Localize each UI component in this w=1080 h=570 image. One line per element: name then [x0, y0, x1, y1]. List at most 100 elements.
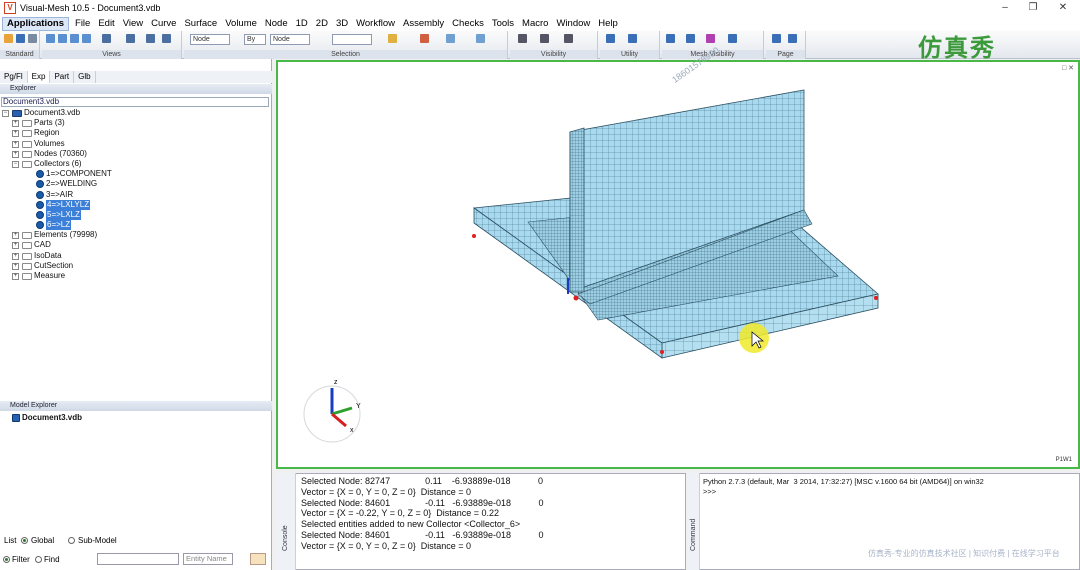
- expand-toggle-icon[interactable]: +: [12, 140, 19, 148]
- graphics-viewport[interactable]: z Y x P1W1 □ ✕: [276, 60, 1080, 469]
- tree-item[interactable]: 6=>LZ: [0, 220, 272, 231]
- submodel-label: Sub-Model: [78, 536, 117, 545]
- console-tab[interactable]: Console: [276, 473, 296, 570]
- view-top-icon[interactable]: [70, 34, 79, 43]
- hide-icon[interactable]: [540, 34, 549, 43]
- tree-item[interactable]: 4=>LXLYLZ: [0, 199, 272, 210]
- expand-toggle-icon[interactable]: +: [12, 273, 19, 280]
- tree-item[interactable]: + CAD: [0, 240, 272, 250]
- menu-checks[interactable]: Checks: [448, 16, 488, 31]
- tree-item[interactable]: + Elements (79998): [0, 230, 272, 240]
- anchor-icon[interactable]: [162, 34, 171, 43]
- page-prev-icon[interactable]: [772, 34, 781, 43]
- filter-radio[interactable]: [3, 556, 10, 563]
- menu-window[interactable]: Window: [552, 16, 594, 31]
- select-by-dropdown[interactable]: By: [244, 34, 266, 45]
- view-side-icon[interactable]: [82, 34, 91, 43]
- menu-edit[interactable]: Edit: [94, 16, 118, 31]
- pan-icon[interactable]: [126, 34, 135, 43]
- page-next-icon[interactable]: [788, 34, 797, 43]
- menu-workflow[interactable]: Workflow: [352, 16, 399, 31]
- mesh-shaded-icon[interactable]: [666, 34, 675, 43]
- tab-glb[interactable]: Glb: [74, 71, 96, 83]
- minimize-button[interactable]: –: [990, 0, 1020, 16]
- menu-surface[interactable]: Surface: [180, 16, 221, 31]
- selection-option-icon[interactable]: [476, 34, 485, 43]
- expand-toggle-icon[interactable]: −: [12, 160, 19, 168]
- entity-name-input[interactable]: Entity Name: [183, 553, 233, 565]
- menu-curve[interactable]: Curve: [147, 16, 180, 31]
- close-button[interactable]: ✕: [1048, 0, 1078, 16]
- maximize-button[interactable]: ❐: [1018, 0, 1048, 16]
- command-tab[interactable]: Command: [688, 473, 700, 570]
- view-iso-icon[interactable]: [58, 34, 67, 43]
- filter-icon[interactable]: [446, 34, 455, 43]
- expand-toggle-icon[interactable]: +: [12, 252, 19, 260]
- tree-item[interactable]: + Region: [0, 128, 272, 138]
- expand-toggle-icon[interactable]: +: [12, 262, 19, 270]
- node-marker: [874, 296, 878, 300]
- tab-pg-fl[interactable]: Pg/Fl: [0, 71, 28, 83]
- global-radio[interactable]: [21, 537, 28, 544]
- menu-node[interactable]: Node: [261, 16, 292, 31]
- tree-item[interactable]: + Measure: [0, 271, 272, 281]
- search-icon[interactable]: [250, 553, 266, 565]
- tree-item[interactable]: 2=>WELDING: [0, 179, 272, 189]
- reverse-visibility-icon[interactable]: [564, 34, 573, 43]
- find-radio[interactable]: [35, 556, 42, 563]
- menu-volume[interactable]: Volume: [221, 16, 261, 31]
- menu-3d[interactable]: 3D: [332, 16, 352, 31]
- tree-item[interactable]: 5=>LXLZ: [0, 209, 272, 221]
- measure-icon[interactable]: [628, 34, 637, 43]
- expand-toggle-icon[interactable]: +: [12, 150, 19, 158]
- open-icon[interactable]: [4, 34, 13, 43]
- select-target-dropdown[interactable]: Node: [270, 34, 310, 45]
- submodel-radio[interactable]: [68, 537, 75, 544]
- mesh-wire-icon[interactable]: [686, 34, 695, 43]
- expand-toggle-icon[interactable]: −: [2, 110, 9, 117]
- menu-2d[interactable]: 2D: [312, 16, 332, 31]
- tree-item-label: 6=>LZ: [46, 220, 72, 231]
- tree-item[interactable]: + Parts (3): [0, 118, 272, 128]
- mesh-free-edge-icon[interactable]: [728, 34, 737, 43]
- menu-help[interactable]: Help: [594, 16, 622, 31]
- utility-icon[interactable]: [606, 34, 615, 43]
- menu-assembly[interactable]: Assembly: [399, 16, 448, 31]
- menu-1d[interactable]: 1D: [292, 16, 312, 31]
- tab-part[interactable]: Part: [50, 71, 75, 83]
- expand-toggle-icon[interactable]: +: [12, 232, 19, 240]
- document-dropdown[interactable]: Document3.vdb: [1, 97, 269, 107]
- menu-view[interactable]: View: [119, 16, 147, 31]
- zoom-icon[interactable]: [146, 34, 155, 43]
- expand-toggle-icon[interactable]: +: [12, 130, 19, 138]
- tree-item[interactable]: − Collectors (6): [0, 159, 272, 169]
- viewport-close-icon[interactable]: □ ✕: [1062, 64, 1074, 72]
- tree-item[interactable]: + CutSection: [0, 261, 272, 271]
- selection-input[interactable]: [332, 34, 372, 45]
- menu-tools[interactable]: Tools: [488, 16, 518, 31]
- select-all-icon[interactable]: [388, 34, 397, 43]
- expand-toggle-icon[interactable]: +: [12, 120, 19, 128]
- pick-icon[interactable]: [420, 34, 429, 43]
- tree-item[interactable]: 1=>COMPONENT: [0, 169, 272, 179]
- model-doc-row[interactable]: Document3.vdb: [0, 413, 272, 423]
- save-icon[interactable]: [16, 34, 25, 43]
- tab-explorer[interactable]: Exp: [27, 71, 51, 83]
- menu-applications[interactable]: Applications: [2, 16, 70, 31]
- view-front-icon[interactable]: [46, 34, 55, 43]
- show-icon[interactable]: [518, 34, 527, 43]
- tree-item[interactable]: 3=>AIR: [0, 190, 272, 200]
- tree-item[interactable]: + IsoData: [0, 251, 272, 261]
- filter-dropdown[interactable]: [97, 553, 179, 565]
- tree-item[interactable]: + Nodes (70360): [0, 149, 272, 159]
- tree-item[interactable]: + Volumes: [0, 139, 272, 149]
- mesh-model[interactable]: [278, 62, 1078, 467]
- expand-toggle-icon[interactable]: +: [12, 242, 19, 250]
- mesh-color-icon[interactable]: [706, 34, 715, 43]
- select-type-dropdown[interactable]: Node: [190, 34, 230, 45]
- rotate-icon[interactable]: [102, 34, 111, 43]
- tree-item[interactable]: − Document3.vdb: [0, 108, 272, 118]
- menu-macro[interactable]: Macro: [518, 16, 552, 31]
- menu-file[interactable]: File: [71, 16, 94, 31]
- print-icon[interactable]: [28, 34, 37, 43]
